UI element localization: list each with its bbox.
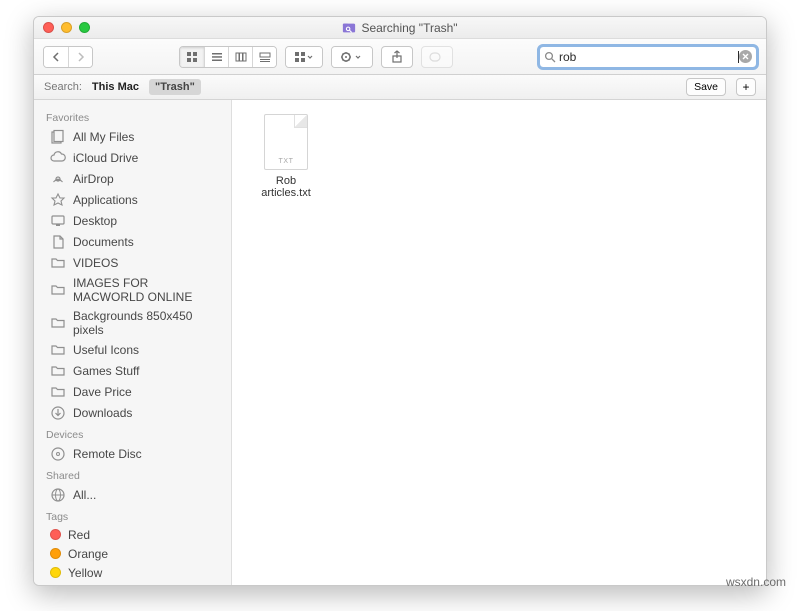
window-title: Searching "Trash"	[361, 21, 457, 35]
sidebar-item-label: Backgrounds 850x450 pixels	[73, 309, 219, 337]
section-devices: Devices	[34, 423, 231, 443]
sidebar-item-shared-0[interactable]: All...	[34, 484, 231, 505]
coverflow-view[interactable]	[252, 47, 276, 67]
sidebar-item-label: Dave Price	[73, 385, 132, 399]
sidebar-item-label: iCloud Drive	[73, 151, 138, 165]
sidebar-item-fav-0[interactable]: All My Files	[34, 126, 231, 147]
sidebar-item-fav-2[interactable]: AirDrop	[34, 168, 231, 189]
sidebar-item-fav-9[interactable]: Useful Icons	[34, 339, 231, 360]
search-icon	[544, 51, 556, 63]
sidebar-item-fav-6[interactable]: VIDEOS	[34, 252, 231, 273]
sidebar: Favorites All My Files iCloud Drive AirDrop…	[34, 100, 232, 585]
sidebar-item-label: Applications	[73, 193, 138, 207]
sidebar-item-label: Remote Disc	[73, 447, 142, 461]
sidebar-item-label: Games Stuff	[73, 364, 139, 378]
section-favorites: Favorites	[34, 106, 231, 126]
column-view[interactable]	[228, 47, 252, 67]
text-file-icon: TXT	[264, 114, 308, 170]
finder-window: Searching "Trash" rob Search:	[33, 16, 767, 586]
titlebar: Searching "Trash"	[34, 17, 766, 39]
add-criteria-button[interactable]: +	[736, 78, 756, 96]
view-switcher	[179, 46, 277, 68]
icloud-icon	[50, 150, 66, 166]
tags-button[interactable]	[421, 46, 453, 68]
search-field[interactable]: rob	[539, 46, 757, 68]
section-shared: Shared	[34, 464, 231, 484]
downloads-icon	[50, 405, 66, 421]
close-window[interactable]	[43, 22, 54, 33]
scope-this-mac[interactable]: This Mac	[92, 81, 139, 93]
icon-view[interactable]	[180, 47, 204, 67]
save-search-button[interactable]: Save	[686, 78, 726, 96]
sidebar-item-fav-4[interactable]: Desktop	[34, 210, 231, 231]
results-area: TXT Rob articles.txt	[232, 100, 766, 585]
documents-icon	[50, 234, 66, 250]
tag-yellow[interactable]: Yellow	[34, 563, 231, 582]
search-query: rob	[556, 50, 738, 64]
file-name: Rob articles.txt	[250, 175, 322, 199]
sidebar-item-label: Downloads	[73, 406, 132, 420]
tag-red[interactable]: Red	[34, 525, 231, 544]
section-tags: Tags	[34, 505, 231, 525]
network-icon	[50, 487, 66, 503]
clear-search[interactable]	[739, 50, 752, 63]
back-button[interactable]	[44, 47, 68, 67]
minimize-window[interactable]	[61, 22, 72, 33]
sidebar-item-fav-5[interactable]: Documents	[34, 231, 231, 252]
all-files-icon	[50, 129, 66, 145]
folder-icon	[50, 255, 66, 271]
tag-label: Orange	[68, 547, 108, 561]
tag-orange[interactable]: Orange	[34, 544, 231, 563]
sidebar-item-dev-0[interactable]: Remote Disc	[34, 443, 231, 464]
list-view[interactable]	[204, 47, 228, 67]
sidebar-item-label: VIDEOS	[73, 256, 118, 270]
tag-label: Yellow	[68, 566, 102, 580]
folder-icon	[50, 342, 66, 358]
folder-icon	[50, 384, 66, 400]
folder-icon	[50, 282, 66, 298]
forward-button[interactable]	[68, 47, 92, 67]
sidebar-item-label: IMAGES FOR MACWORLD ONLINE	[73, 276, 219, 304]
tag-green[interactable]: Green	[34, 582, 231, 585]
action-dropdown	[331, 46, 373, 68]
tag-dot-icon	[50, 529, 61, 540]
nav-buttons	[43, 46, 93, 68]
sidebar-item-fav-1[interactable]: iCloud Drive	[34, 147, 231, 168]
search-label: Search:	[44, 81, 82, 93]
sidebar-item-label: All...	[73, 488, 96, 502]
sidebar-item-label: AirDrop	[73, 172, 114, 186]
sidebar-item-label: Desktop	[73, 214, 117, 228]
sidebar-item-fav-8[interactable]: Backgrounds 850x450 pixels	[34, 306, 231, 339]
sidebar-item-fav-3[interactable]: Applications	[34, 189, 231, 210]
search-folder-icon	[342, 21, 356, 35]
sidebar-item-label: Useful Icons	[73, 343, 139, 357]
toolbar: rob	[34, 39, 766, 75]
remote-disc-icon	[50, 446, 66, 462]
desktop-icon	[50, 213, 66, 229]
watermark: wsxdn.com	[726, 575, 786, 589]
share-button[interactable]	[381, 46, 413, 68]
tag-dot-icon	[50, 567, 61, 578]
sidebar-item-fav-7[interactable]: IMAGES FOR MACWORLD ONLINE	[34, 273, 231, 306]
tag-dot-icon	[50, 548, 61, 559]
sidebar-item-label: All My Files	[73, 130, 134, 144]
action-button[interactable]	[332, 47, 372, 67]
sidebar-item-fav-10[interactable]: Games Stuff	[34, 360, 231, 381]
applications-icon	[50, 192, 66, 208]
arrange-dropdown	[285, 46, 323, 68]
sidebar-item-label: Documents	[73, 235, 134, 249]
airdrop-icon	[50, 171, 66, 187]
folder-icon	[50, 363, 66, 379]
tag-label: Green	[68, 585, 101, 586]
scope-trash[interactable]: "Trash"	[149, 79, 201, 95]
zoom-window[interactable]	[79, 22, 90, 33]
search-scope-bar: Search: This Mac "Trash" Save +	[34, 75, 766, 100]
arrange-button[interactable]	[286, 47, 322, 67]
tag-label: Red	[68, 528, 90, 542]
sidebar-item-fav-12[interactable]: Downloads	[34, 402, 231, 423]
folder-icon	[50, 315, 66, 331]
sidebar-item-fav-11[interactable]: Dave Price	[34, 381, 231, 402]
file-item[interactable]: TXT Rob articles.txt	[250, 114, 322, 199]
